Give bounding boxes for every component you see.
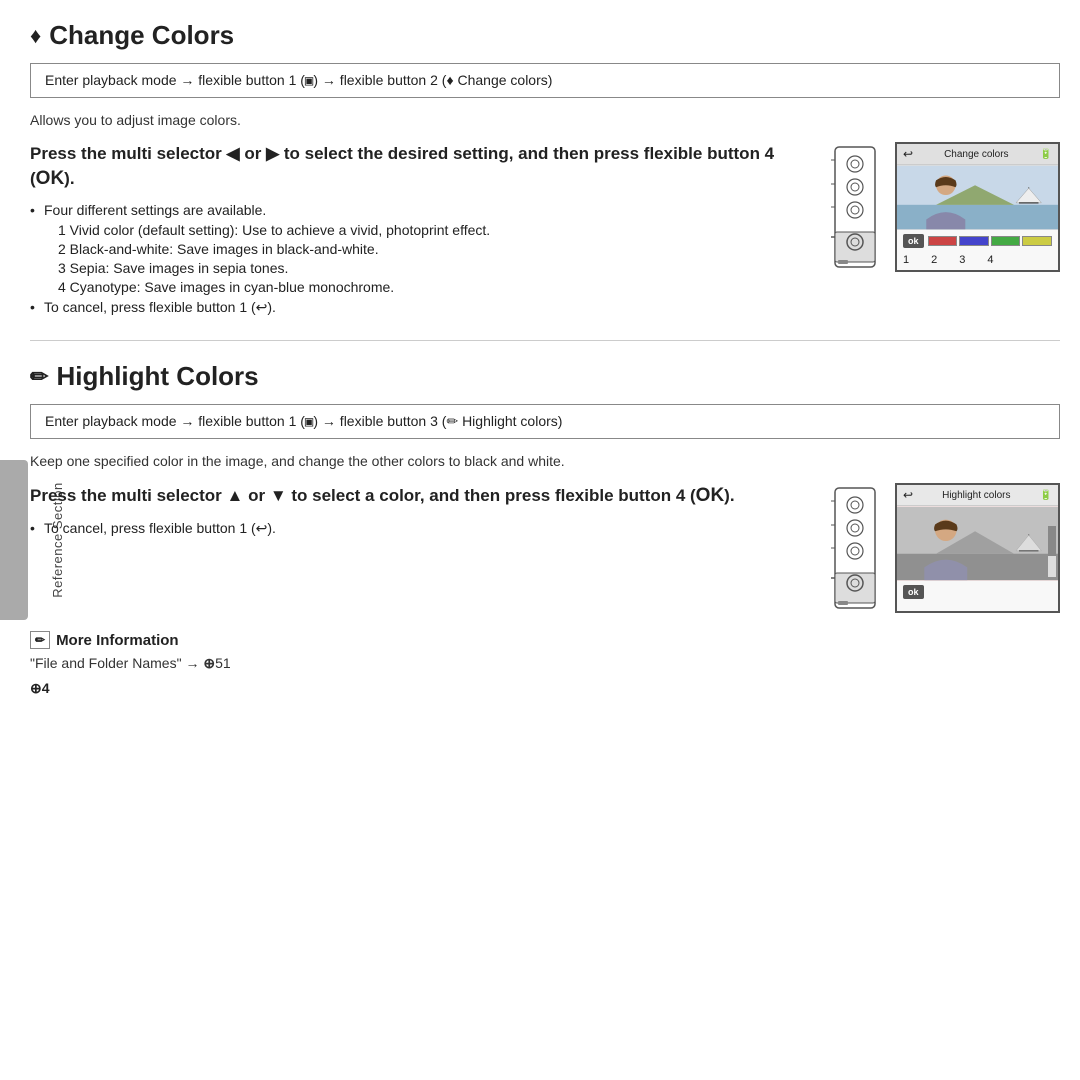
sub-bullet-4: 4 Cyanotype: Save images in cyan-blue mo… xyxy=(58,279,810,295)
screen-title-1: Change colors xyxy=(944,149,1008,160)
change-colors-body: Press the multi selector ◀ or ▶ to selec… xyxy=(30,142,1060,320)
color-bars xyxy=(928,236,1052,246)
highlight-colors-title: ✏ Highlight Colors xyxy=(30,361,1060,392)
screen-battery-icon-2: 🔋 xyxy=(1040,490,1052,501)
screen-scrollbar xyxy=(1048,526,1056,577)
color-bar-yellow xyxy=(1022,236,1052,246)
page-reference: ⊕4 xyxy=(30,680,1060,697)
highlight-colors-nav-screen-title: Highlight colors xyxy=(462,413,558,429)
screen-num-4: 4 xyxy=(987,254,993,266)
color-bar-green xyxy=(991,236,1021,246)
screen-illustration-1 xyxy=(897,165,1058,230)
highlight-colors-illustration: ↩ Highlight colors 🔋 xyxy=(830,483,1060,613)
change-colors-icon: ♦ xyxy=(30,23,41,49)
camera-body-svg xyxy=(830,142,885,272)
bullet-four-settings: Four different settings are available. 1… xyxy=(30,202,810,295)
scroll-thumb xyxy=(1048,526,1056,556)
ok-button-1: ok xyxy=(903,234,924,248)
change-colors-nav-screen-title: Change colors xyxy=(457,72,547,88)
change-colors-sub-bullets: 1 Vivid color (default setting): Use to … xyxy=(44,222,810,295)
change-colors-title: ♦ Change Colors xyxy=(30,20,1060,51)
screen-bottom-1: ok xyxy=(897,230,1058,252)
change-colors-text: Press the multi selector ◀ or ▶ to selec… xyxy=(30,142,810,320)
section-change-colors: ♦ Change Colors Enter playback mode → fl… xyxy=(30,20,1060,341)
highlight-colors-screen: ↩ Highlight colors 🔋 xyxy=(895,483,1060,613)
change-colors-title-text: Change Colors xyxy=(49,20,234,51)
screen-image-1 xyxy=(897,165,1058,230)
screen-battery-icon: 🔋 xyxy=(1040,149,1052,160)
screen-illustration-2 xyxy=(897,506,1058,581)
bullet-cancel-1: To cancel, press flexible button 1 (↩). xyxy=(30,299,810,316)
bullet-cancel-2: To cancel, press flexible button 1 (↩). xyxy=(30,520,810,537)
screen-num-1: 1 xyxy=(903,254,909,266)
screen-back-icon-2: ↩ xyxy=(903,488,913,502)
camera-body-svg-2 xyxy=(830,483,885,613)
more-info-section: ✏ More Information "File and Folder Name… xyxy=(30,631,1060,672)
sub-bullet-1: 1 Vivid color (default setting): Use to … xyxy=(58,222,810,238)
screen-title-2: Highlight colors xyxy=(942,490,1010,501)
highlight-colors-description: Keep one specified color in the image, a… xyxy=(30,453,1060,469)
change-colors-description: Allows you to adjust image colors. xyxy=(30,112,1060,128)
sub-bullet-2: 2 Black-and-white: Save images in black-… xyxy=(58,241,810,257)
change-colors-nav-path: Enter playback mode → flexible button 1 … xyxy=(30,63,1060,98)
page-ref-number: 4 xyxy=(42,680,50,696)
screen-header-1: ↩ Change colors 🔋 xyxy=(897,144,1058,165)
bullet-four-settings-text: Four different settings are available. xyxy=(44,202,266,218)
page-ref-icon: ⊕ xyxy=(30,680,42,696)
screen-image-2 xyxy=(897,506,1058,581)
more-info-icon: ✏ xyxy=(30,631,50,649)
change-colors-illustration: ↩ Change colors 🔋 xyxy=(830,142,1060,272)
highlight-colors-text: Press the multi selector ▲ or ▼ to selec… xyxy=(30,483,810,541)
change-colors-screen: ↩ Change colors 🔋 xyxy=(895,142,1060,272)
color-bar-red xyxy=(928,236,958,246)
screen-num-3: 3 xyxy=(959,254,965,266)
change-colors-instruction: Press the multi selector ◀ or ▶ to selec… xyxy=(30,142,810,192)
screen-bottom-2: ok xyxy=(897,581,1058,603)
highlight-colors-body: Press the multi selector ▲ or ▼ to selec… xyxy=(30,483,1060,613)
highlight-colors-nav-path: Enter playback mode → flexible button 1 … xyxy=(30,404,1060,439)
highlight-colors-icon: ✏ xyxy=(30,364,48,390)
screen-num-2: 2 xyxy=(931,254,937,266)
change-colors-bullets: Four different settings are available. 1… xyxy=(30,202,810,316)
screen-header-2: ↩ Highlight colors 🔋 xyxy=(897,485,1058,506)
more-info-title: ✏ More Information xyxy=(30,631,1060,649)
ok-button-2: ok xyxy=(903,585,924,599)
more-info-text: "File and Folder Names" → ⊕51 xyxy=(30,655,1060,672)
color-bar-blue xyxy=(959,236,989,246)
screen-numbers: 1 2 3 4 xyxy=(897,254,1058,266)
sidebar-tab xyxy=(0,460,28,620)
section-highlight-colors: ✏ Highlight Colors Enter playback mode →… xyxy=(30,361,1060,717)
highlight-colors-instruction: Press the multi selector ▲ or ▼ to selec… xyxy=(30,483,810,510)
more-info-title-text: More Information xyxy=(56,632,179,649)
highlight-colors-bullets: To cancel, press flexible button 1 (↩). xyxy=(30,520,810,537)
highlight-colors-title-text: Highlight Colors xyxy=(56,361,258,392)
main-content: ♦ Change Colors Enter playback mode → fl… xyxy=(30,20,1060,1060)
sub-bullet-3: 3 Sepia: Save images in sepia tones. xyxy=(58,260,810,276)
screen-back-icon: ↩ xyxy=(903,147,913,161)
